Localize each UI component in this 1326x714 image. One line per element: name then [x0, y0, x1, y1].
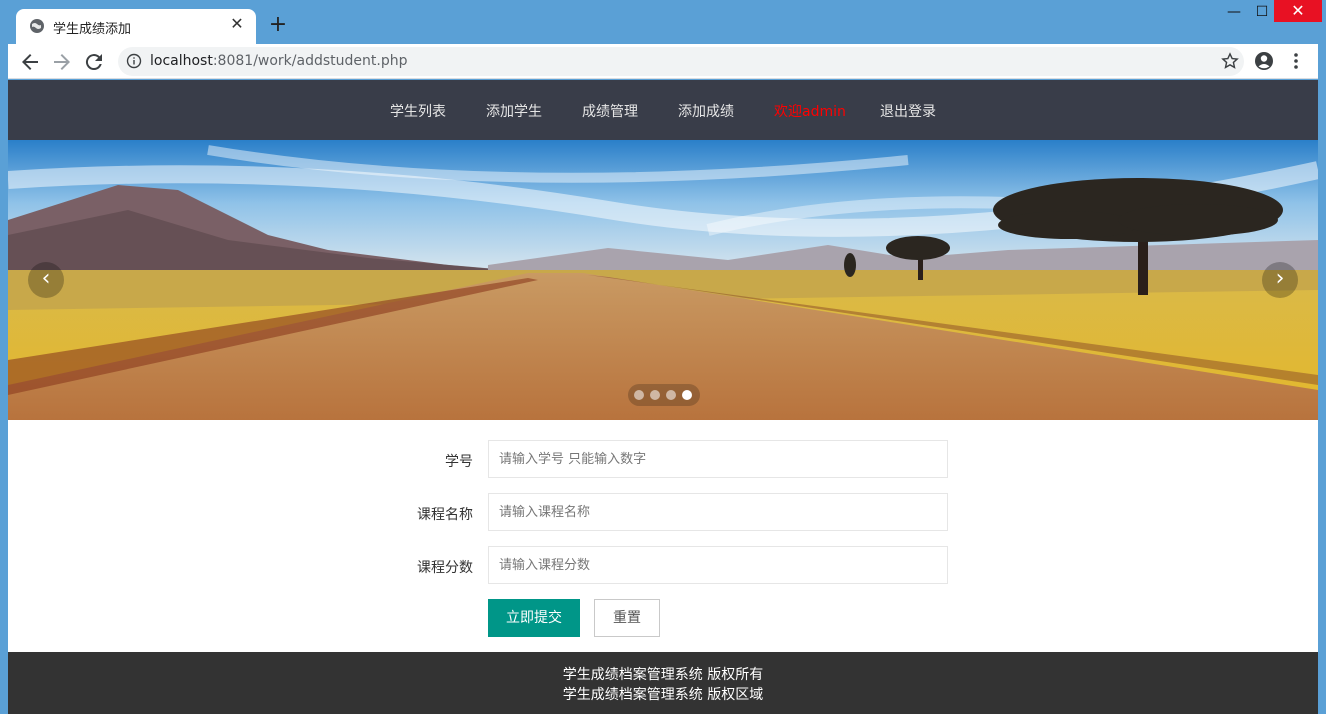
course-score-input[interactable]: [489, 547, 947, 583]
nav-add-score[interactable]: 添加成绩: [678, 101, 734, 121]
web-page: 学生列表 添加学生 成绩管理 添加成绩 欢迎admin 退出登录 ‹ › 学号 …: [8, 80, 1318, 714]
forward-icon[interactable]: [50, 50, 74, 74]
nav-score-manage[interactable]: 成绩管理: [582, 101, 638, 121]
footer-region: 学生成绩档案管理系统 版权区域: [562, 687, 764, 703]
tab-title: 学生成绩添加: [53, 22, 132, 37]
submit-button[interactable]: 立即提交: [488, 599, 580, 637]
menu-kebab-icon[interactable]: [1288, 51, 1304, 71]
chevron-left-icon: ‹: [41, 266, 51, 291]
reset-button[interactable]: 重置: [594, 599, 660, 637]
nav-logout[interactable]: 退出登录: [880, 101, 936, 121]
student-id-label: 学号: [445, 454, 473, 470]
nav-welcome-user[interactable]: 欢迎admin: [774, 101, 846, 121]
carousel-next-button[interactable]: ›: [1262, 262, 1298, 298]
browser-toolbar: localhost:8081/work/addstudent.php: [8, 44, 1318, 79]
course-score-field[interactable]: [488, 546, 948, 584]
back-icon[interactable]: [18, 50, 42, 74]
browser-tab[interactable]: 学生成绩添加 ✕: [16, 9, 256, 44]
carousel-indicators: [628, 384, 700, 406]
footer-copyright: 学生成绩档案管理系统 版权所有: [562, 667, 764, 683]
footer: 学生成绩档案管理系统 版权所有 学生成绩档案管理系统 版权区域: [8, 652, 1318, 714]
info-icon[interactable]: [126, 53, 142, 69]
carousel-prev-button[interactable]: ‹: [28, 262, 64, 298]
reload-icon[interactable]: [82, 50, 106, 74]
banner-carousel: ‹ ›: [8, 140, 1318, 420]
carousel-dot[interactable]: [666, 390, 676, 400]
course-name-field[interactable]: [488, 493, 948, 531]
course-name-input[interactable]: [489, 494, 947, 530]
carousel-dot-active[interactable]: [682, 390, 692, 400]
bookmark-star-icon[interactable]: [1220, 51, 1240, 71]
minimize-icon[interactable]: —: [1222, 2, 1246, 22]
browser-window: 学生成绩添加 ✕ + — ☐ ✕ localhost:8081/work/add…: [0, 0, 1326, 714]
nav-add-student[interactable]: 添加学生: [486, 101, 542, 121]
nav-student-list[interactable]: 学生列表: [390, 101, 446, 121]
profile-icon[interactable]: [1254, 51, 1274, 71]
course-name-label: 课程名称: [417, 507, 473, 523]
url-host: localhost: [150, 53, 213, 69]
carousel-dot[interactable]: [634, 390, 644, 400]
course-score-label: 课程分数: [417, 560, 473, 576]
new-tab-icon[interactable]: +: [266, 13, 290, 37]
address-bar[interactable]: localhost:8081/work/addstudent.php: [118, 47, 1244, 76]
landscape-image: [8, 140, 1318, 420]
carousel-dot[interactable]: [650, 390, 660, 400]
student-id-field[interactable]: [488, 440, 948, 478]
url-path: :8081/work/addstudent.php: [212, 53, 408, 69]
add-score-form: 学号 课程名称 课程分数 立即提交 重置: [8, 420, 1318, 652]
student-id-input[interactable]: [489, 441, 947, 477]
maximize-icon[interactable]: ☐: [1250, 2, 1274, 22]
chevron-right-icon: ›: [1275, 266, 1285, 291]
window-close-icon[interactable]: ✕: [1274, 0, 1322, 22]
globe-icon: [30, 19, 44, 33]
tab-strip: 学生成绩添加 ✕ + — ☐ ✕: [0, 0, 1326, 44]
top-nav: 学生列表 添加学生 成绩管理 添加成绩 欢迎admin 退出登录: [8, 80, 1318, 140]
close-tab-icon[interactable]: ✕: [228, 15, 246, 33]
url-text: localhost:8081/work/addstudent.php: [150, 53, 407, 69]
